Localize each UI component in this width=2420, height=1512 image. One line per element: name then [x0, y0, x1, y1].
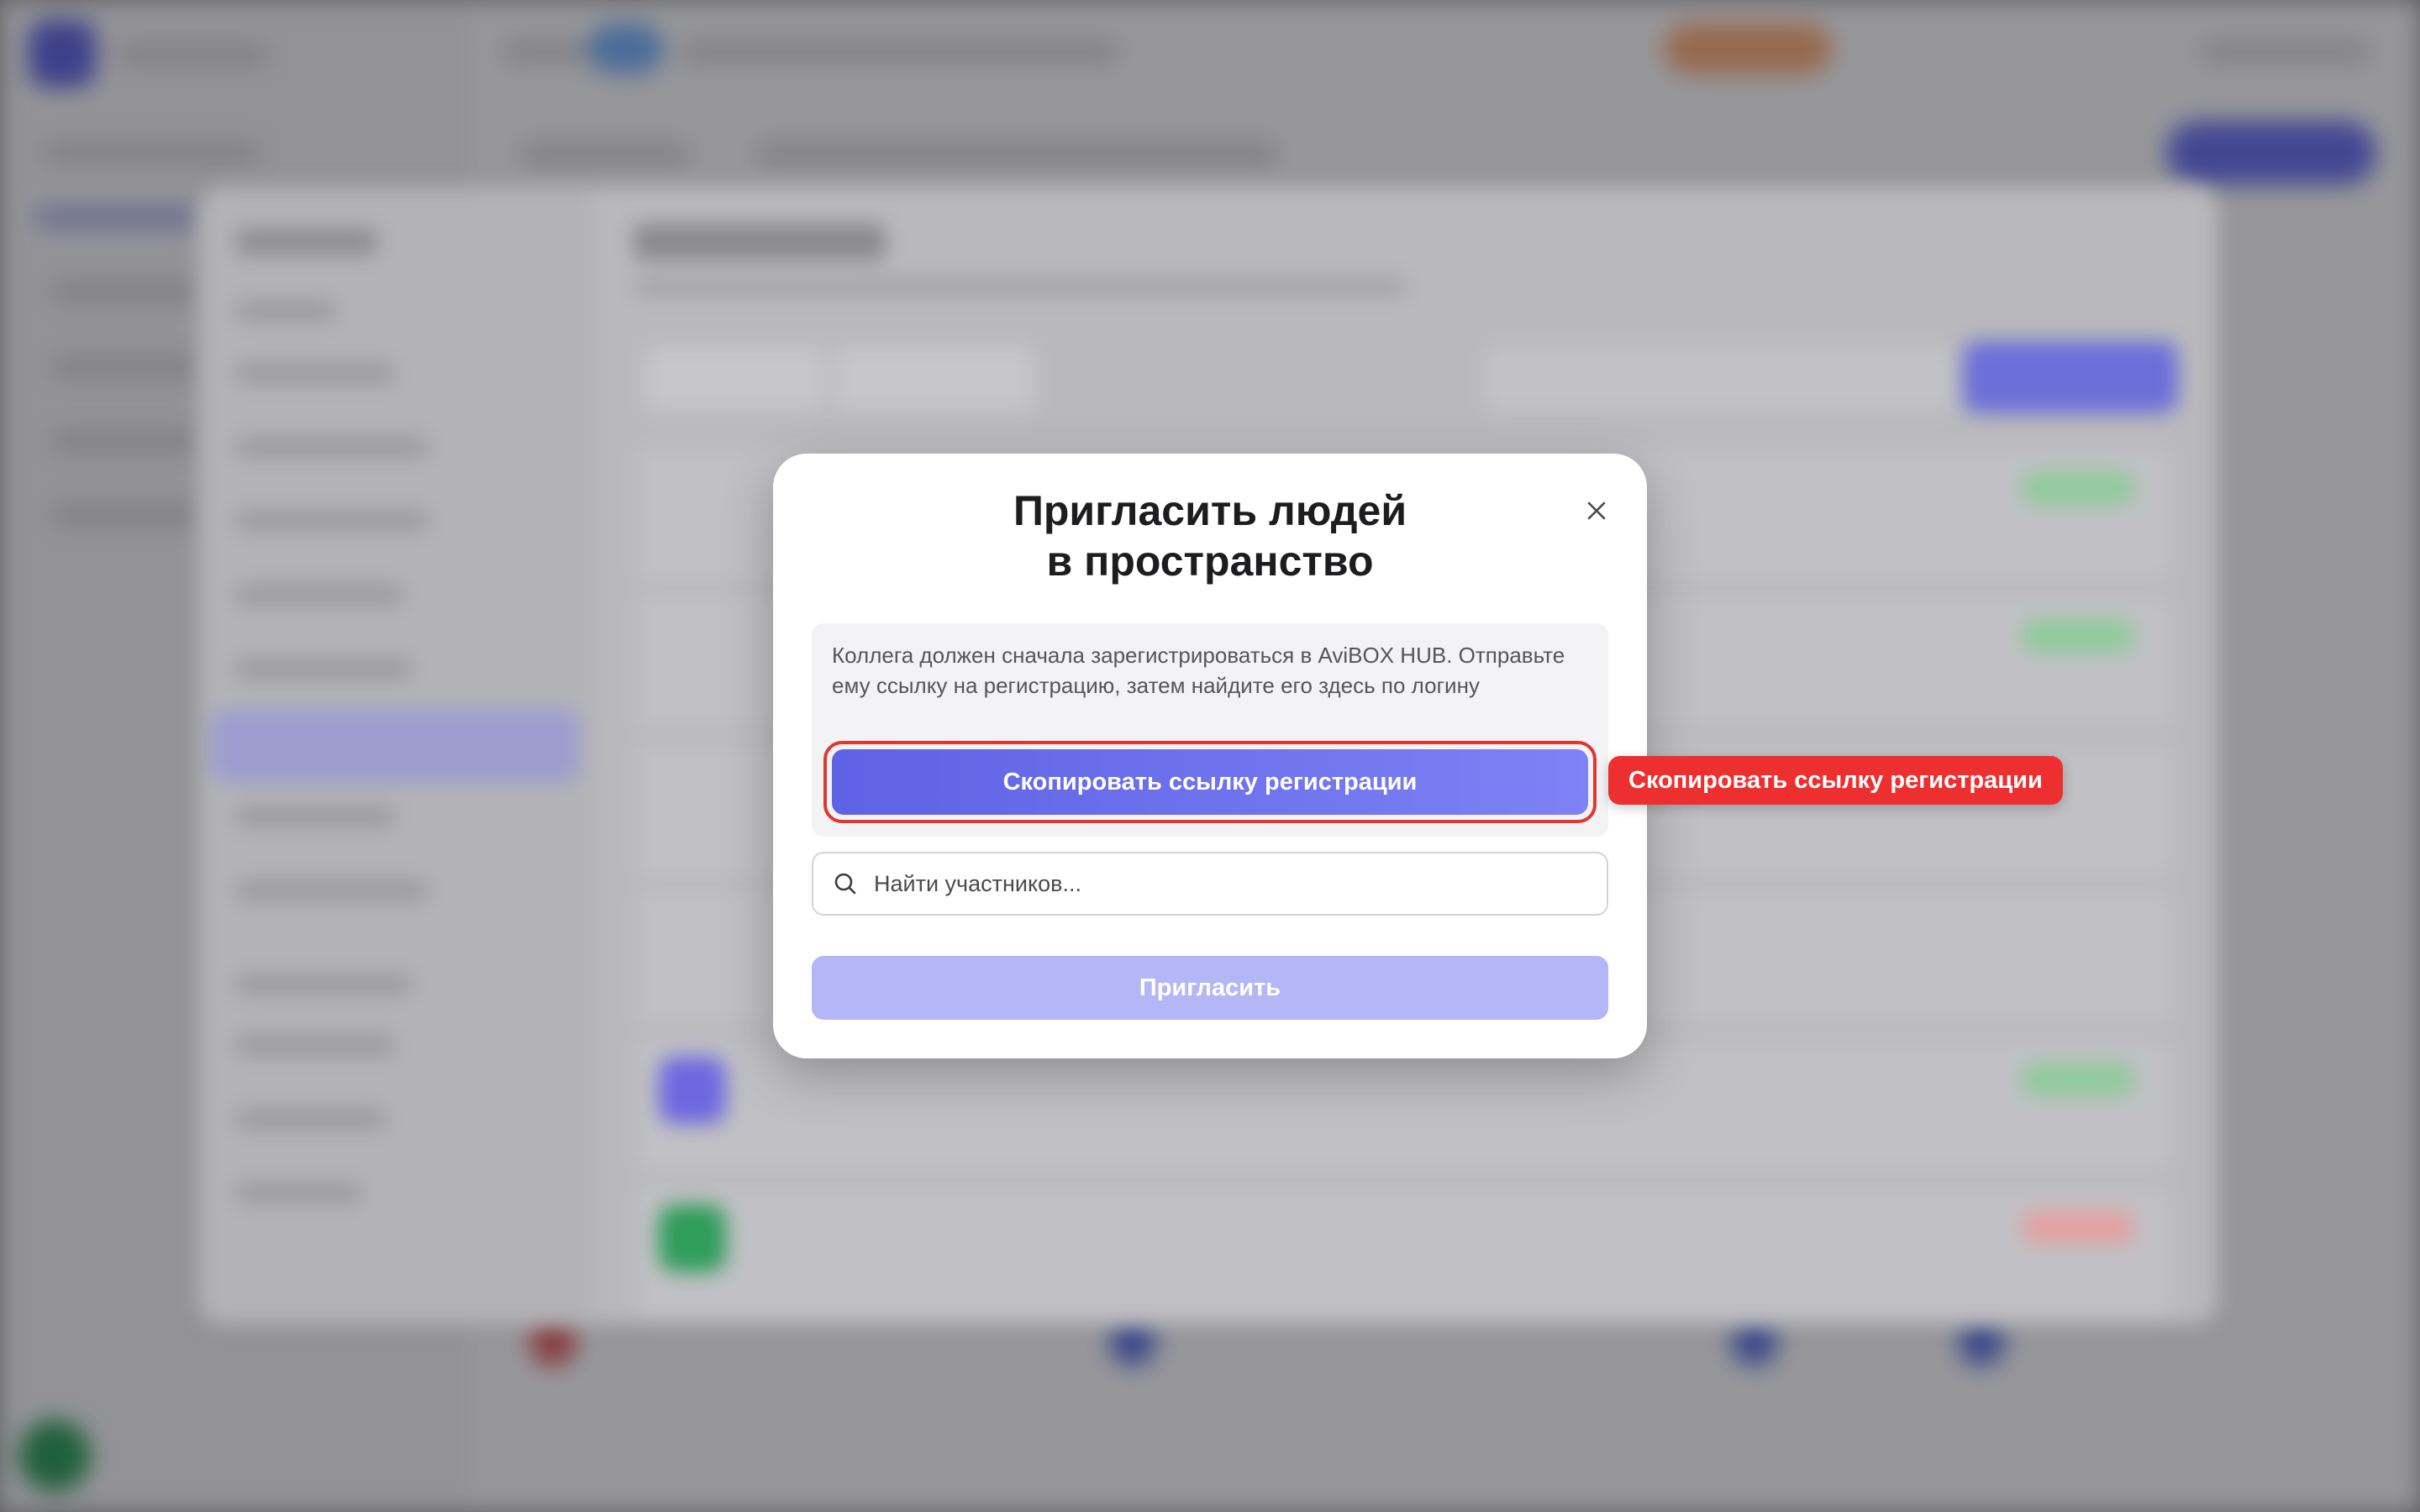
settings-row-icon — [659, 1205, 726, 1272]
settings-section — [235, 301, 336, 321]
settings-row-icon — [659, 1057, 726, 1124]
settings-item — [235, 1109, 387, 1129]
close-button[interactable] — [1573, 487, 1620, 534]
registration-info-text: Коллега должен сначала зарегистрироватьс… — [832, 643, 1565, 698]
settings-row — [635, 1186, 2173, 1320]
copy-registration-link-button[interactable]: Скопировать ссылку регистрации — [832, 749, 1588, 815]
settings-section — [235, 974, 412, 995]
settings-item — [235, 880, 429, 900]
settings-item — [235, 806, 395, 827]
settings-row-badge — [2023, 1063, 2133, 1095]
settings-item — [235, 363, 395, 383]
close-icon — [1587, 501, 1606, 520]
search-icon — [830, 869, 860, 899]
settings-select — [1484, 346, 1954, 412]
settings-title — [235, 228, 378, 255]
settings-row — [635, 1038, 2173, 1173]
settings-row-badge — [2023, 472, 2133, 504]
settings-row-badge — [2023, 620, 2133, 652]
settings-item — [235, 585, 403, 605]
settings-row-badge — [2023, 1211, 2133, 1243]
invite-modal: Пригласить людей в пространство Коллега … — [773, 454, 1647, 1058]
settings-item — [235, 511, 429, 531]
settings-item — [235, 659, 412, 679]
settings-sidebar-selected — [210, 709, 580, 783]
invite-button[interactable]: Пригласить — [812, 956, 1608, 1020]
settings-item — [235, 437, 429, 457]
modal-title: Пригласить людей в пространство — [1013, 487, 1407, 585]
settings-item — [235, 1035, 395, 1055]
settings-item — [235, 1183, 361, 1203]
member-search-input[interactable] — [872, 858, 1598, 910]
settings-tab — [644, 346, 825, 412]
settings-page-subtitle — [634, 277, 1407, 296]
settings-page-title — [634, 223, 886, 260]
annotation-tooltip: Скопировать ссылку регистрации — [1608, 756, 2063, 805]
member-search-field[interactable] — [812, 852, 1608, 916]
settings-invite-button — [1963, 341, 2178, 413]
settings-tab — [834, 346, 1035, 412]
